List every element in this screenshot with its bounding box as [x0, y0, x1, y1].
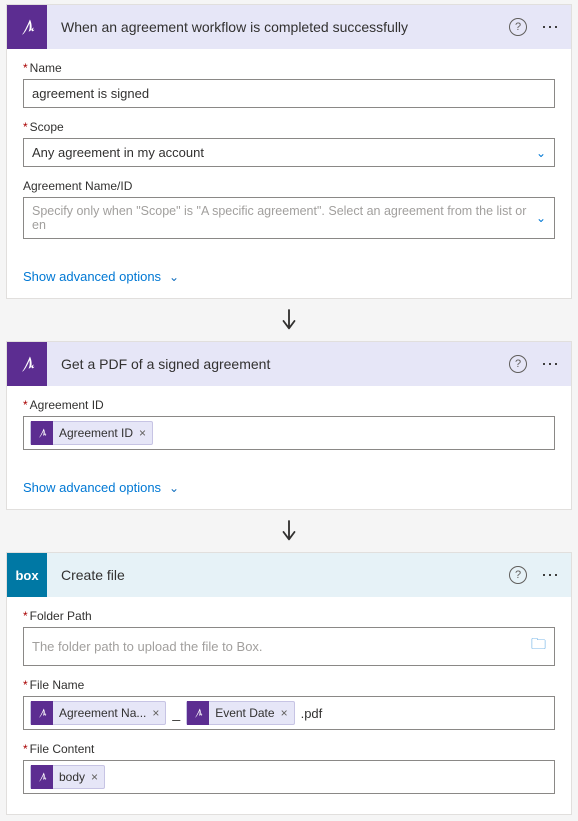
- show-advanced-link[interactable]: Show advanced options ⌄: [7, 470, 195, 509]
- agreement-placeholder: Specify only when "Scope" is "A specific…: [32, 204, 536, 232]
- more-icon[interactable]: ⋯: [541, 18, 561, 36]
- adobe-sign-icon: [187, 701, 209, 725]
- step-body: Folder Path The folder path to upload th…: [7, 597, 571, 814]
- step-header[interactable]: When an agreement workflow is completed …: [7, 5, 571, 49]
- scope-value: Any agreement in my account: [32, 145, 204, 160]
- step-title: When an agreement workflow is completed …: [47, 19, 509, 35]
- scope-select[interactable]: Any agreement in my account ⌄: [23, 138, 555, 167]
- scope-label: Scope: [23, 120, 555, 134]
- file-content-input[interactable]: body ×: [23, 760, 555, 794]
- show-advanced-link[interactable]: Show advanced options ⌄: [7, 259, 195, 298]
- filename-suffix: .pdf: [301, 706, 323, 721]
- agreement-select[interactable]: Specify only when "Scope" is "A specific…: [23, 197, 555, 239]
- name-input[interactable]: [23, 79, 555, 108]
- token-label: Agreement ID: [59, 426, 133, 440]
- dynamic-token-event-date[interactable]: Event Date ×: [186, 701, 294, 725]
- token-label: body: [59, 770, 85, 784]
- folder-picker-icon[interactable]: 🗀: [531, 634, 546, 659]
- folder-path-label: Folder Path: [23, 609, 555, 623]
- chevron-down-icon: ⌄: [169, 481, 179, 495]
- flow-arrow: [0, 305, 578, 337]
- trigger-step-card: When an agreement workflow is completed …: [6, 4, 572, 299]
- box-icon: box: [7, 553, 47, 597]
- dynamic-token-agreement-name[interactable]: Agreement Na... ×: [30, 701, 166, 725]
- chevron-down-icon: ⌄: [169, 270, 179, 284]
- adobe-sign-icon: [7, 5, 47, 49]
- help-icon[interactable]: ?: [509, 355, 527, 373]
- step-body: Agreement ID Agreement ID ×: [7, 386, 571, 470]
- agreement-id-label: Agreement ID: [23, 398, 555, 412]
- help-icon[interactable]: ?: [509, 18, 527, 36]
- file-name-label: File Name: [23, 678, 555, 692]
- filename-separator: _: [170, 705, 182, 721]
- folder-path-input[interactable]: The folder path to upload the file to Bo…: [23, 627, 555, 666]
- dynamic-token-body[interactable]: body ×: [30, 765, 105, 789]
- action-step-card: Get a PDF of a signed agreement ? ⋯ Agre…: [6, 341, 572, 510]
- close-icon[interactable]: ×: [91, 770, 98, 784]
- flow-arrow: [0, 516, 578, 548]
- name-label: Name: [23, 61, 555, 75]
- chevron-down-icon: ⌄: [536, 146, 546, 160]
- token-label: Agreement Na...: [59, 706, 146, 720]
- step-title: Create file: [47, 567, 509, 583]
- close-icon[interactable]: ×: [139, 426, 146, 440]
- help-icon[interactable]: ?: [509, 566, 527, 584]
- adobe-sign-icon: [31, 701, 53, 725]
- action-step-card: box Create file ? ⋯ Folder Path The fold…: [6, 552, 572, 815]
- file-content-label: File Content: [23, 742, 555, 756]
- folder-path-placeholder: The folder path to upload the file to Bo…: [32, 639, 263, 654]
- step-body: Name Scope Any agreement in my account ⌄…: [7, 49, 571, 259]
- chevron-down-icon: ⌄: [536, 211, 546, 225]
- step-title: Get a PDF of a signed agreement: [47, 356, 509, 372]
- step-header[interactable]: box Create file ? ⋯: [7, 553, 571, 597]
- step-header[interactable]: Get a PDF of a signed agreement ? ⋯: [7, 342, 571, 386]
- more-icon[interactable]: ⋯: [541, 566, 561, 584]
- close-icon[interactable]: ×: [152, 706, 159, 720]
- adobe-sign-icon: [31, 421, 53, 445]
- file-name-input[interactable]: Agreement Na... × _ Event Date × .pdf: [23, 696, 555, 730]
- more-icon[interactable]: ⋯: [541, 355, 561, 373]
- token-label: Event Date: [215, 706, 274, 720]
- agreement-label: Agreement Name/ID: [23, 179, 555, 193]
- close-icon[interactable]: ×: [281, 706, 288, 720]
- dynamic-token-agreement-id[interactable]: Agreement ID ×: [30, 421, 153, 445]
- agreement-id-input[interactable]: Agreement ID ×: [23, 416, 555, 450]
- adobe-sign-icon: [7, 342, 47, 386]
- adobe-sign-icon: [31, 765, 53, 789]
